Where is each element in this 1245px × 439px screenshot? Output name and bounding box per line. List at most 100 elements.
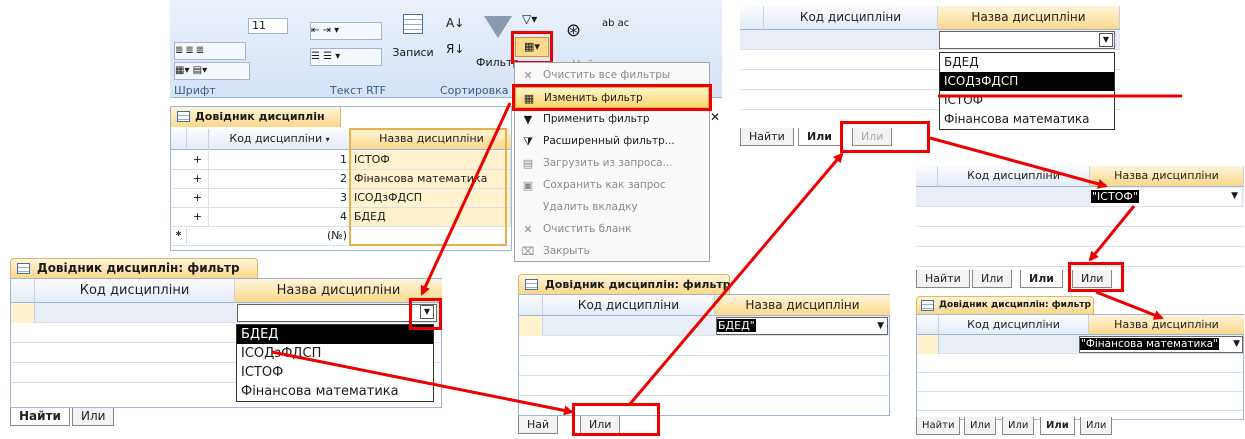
filter-main-title: Довідник дисциплін: фильтр [37,261,240,275]
code-cell[interactable]: 1 [209,151,351,169]
col-code-header[interactable]: Код дисципліни [764,6,938,30]
menu-item-clear-grid[interactable]: ✕ Очистить бланк [515,219,709,240]
chevron-down-icon[interactable]: ▼ [877,318,884,334]
menu-item-close[interactable]: ⌧ Закрыть [515,241,709,262]
code-cell[interactable]: 4 [209,208,351,226]
code-cell[interactable]: 3 [209,189,351,207]
criteria-input[interactable]: "ІСТОФ" ▼ [1091,188,1241,206]
dropdown-option[interactable]: БДЕД [237,325,433,344]
filter-tabs: Найти Или Или Или Или [916,415,1176,435]
tab-find[interactable]: Най [518,416,559,434]
selection-filter-icon[interactable]: ▽▾ [522,12,537,26]
criteria-input[interactable] [237,304,437,322]
corner-header[interactable] [519,295,543,316]
new-row-marker: * [171,227,187,245]
datasheet-tab[interactable]: Довідник дисциплін [171,107,341,127]
chevron-down-icon[interactable]: ▼ [1099,33,1113,47]
code-cell[interactable]: (№) [209,227,351,245]
menu-item-advanced-filter[interactable]: ⧩ Расширенный фильтр... [515,131,709,152]
expand-header [187,129,209,150]
clear-filters-icon: ✕ [523,69,533,82]
dropdown-option[interactable]: Фінансова математика [940,110,1114,129]
table-icon [177,111,190,122]
filter-r2-grid: Код дисципліни Назва дисципліни "Фінансо… [916,314,1244,420]
filter-main-titlebar[interactable]: Довідник дисциплін: фильтр [10,258,258,278]
expand-cell[interactable]: + [187,151,209,169]
menu-item-save-query[interactable]: ▣ Сохранить как запрос [515,175,709,196]
menu-item-delete-tab[interactable]: Удалить вкладку [515,197,709,218]
corner-header[interactable] [11,279,35,303]
row-selector[interactable] [11,303,35,323]
tab-or[interactable]: Или [964,417,997,435]
indent-buttons[interactable]: ⇤ ⇥ ▾ [310,22,382,40]
expand-cell[interactable]: + [187,170,209,188]
sort-desc-icon[interactable]: Я↓ [446,42,464,56]
col-code-header[interactable]: Код дисципліни [939,315,1089,335]
col-name-header[interactable]: Назва дисципліни [938,6,1120,30]
col-name-header[interactable]: Назва дисципліни [1089,315,1244,335]
col-code-header[interactable]: Код дисципліни [543,295,715,316]
criteria-input[interactable]: БДЕД" ▼ [716,317,888,335]
criteria-input[interactable] [939,31,1115,49]
tab-or[interactable]: Или [798,128,841,146]
col-name-header[interactable]: Назва дисципліни [1090,166,1244,187]
or-tab-highlight-mid [572,403,660,436]
dropdown-option[interactable]: БДЕД [940,53,1114,72]
col-code-header[interactable]: Код дисципліни ▾ [209,129,351,150]
tab-or[interactable]: Или [972,270,1013,288]
list-buttons[interactable]: ☰ ☰ ▾ [310,48,382,66]
menu-item-apply-filter[interactable]: ▼ Применить фильтр [515,109,709,130]
replace-icon[interactable]: ab ac [602,18,629,29]
expand-cell[interactable]: + [187,208,209,226]
menu-item-clear-filters[interactable]: ✕ Очистить все фильтры [515,65,709,86]
col-code-header[interactable]: Код дисципліни [938,166,1090,187]
funnel-icon[interactable] [484,16,512,38]
menu-label: Применить фильтр [543,113,650,125]
tab-or[interactable]: Или [1020,270,1063,288]
dropdown-option[interactable]: ІСТОФ [237,363,433,382]
corner-header[interactable] [740,6,764,30]
tab-find[interactable]: Найти [916,417,961,435]
menu-item-load-query[interactable]: ▤ Загрузить из запроса... [515,153,709,174]
window-close-icon[interactable]: ✕ [710,110,720,124]
dropdown-option[interactable]: ІСОДзФДСП [237,344,433,363]
sort-group-label: Сортировка [440,84,509,97]
font-size-select[interactable]: 11 [248,18,288,34]
row-selector[interactable] [519,316,543,336]
rtf-group-label: Текст RTF [330,84,386,97]
tab-find[interactable]: Найти [916,270,970,288]
tab-or-new[interactable]: Или [1080,417,1113,435]
row-selector-header[interactable] [171,129,187,150]
expand-cell[interactable]: + [187,189,209,207]
menu-label: Загрузить из запроса... [543,157,673,169]
filter-r2-titlebar[interactable]: Довідник дисциплін: фильтр [916,296,1094,314]
col-name-header[interactable]: Назва дисципліни [715,295,890,316]
gridlines-buttons[interactable]: ▦▾ ▤▾ [174,62,250,80]
tab-or[interactable]: Или [1040,417,1075,435]
code-cell[interactable]: 2 [209,170,351,188]
filter-window-r2: Довідник дисциплін: фильтр Код дисциплін… [916,296,1244,438]
dropdown-option[interactable]: ІСТОФ [940,91,1114,110]
dropdown-option[interactable]: Фінансова математика [237,382,433,401]
records-button[interactable]: Записи [392,14,434,74]
align-buttons[interactable]: ≣≣≣ [174,42,246,60]
corner-header[interactable] [917,315,939,335]
corner-header[interactable] [916,166,938,187]
dropdown-option[interactable]: ІСОДзФДСП [940,72,1114,91]
criteria-value: БДЕД" [717,319,756,332]
criteria-input[interactable]: "Фінансова математика" ▼ [1079,336,1243,353]
tab-find[interactable]: Найти [10,408,70,426]
criteria-row [916,227,1244,247]
chevron-down-icon[interactable]: ▼ [1231,188,1238,205]
binoculars-icon[interactable]: ⊛ [566,20,581,41]
tab-or[interactable]: Или [1002,417,1035,435]
tab-or[interactable]: Или [72,408,115,426]
chevron-down-icon[interactable]: ▼ [1233,337,1240,352]
filter-mid-titlebar[interactable]: Довідник дисциплін: фильтр [518,274,731,294]
filter-window-main: Довідник дисциплін: фильтр Код дисциплін… [10,258,442,430]
save-query-icon: ▣ [522,179,534,192]
col-code-header[interactable]: Код дисципліни [35,279,235,303]
tab-find[interactable]: Найти [740,128,794,146]
sort-asc-icon[interactable]: A↓ [446,16,464,30]
row-selector[interactable] [917,335,939,354]
